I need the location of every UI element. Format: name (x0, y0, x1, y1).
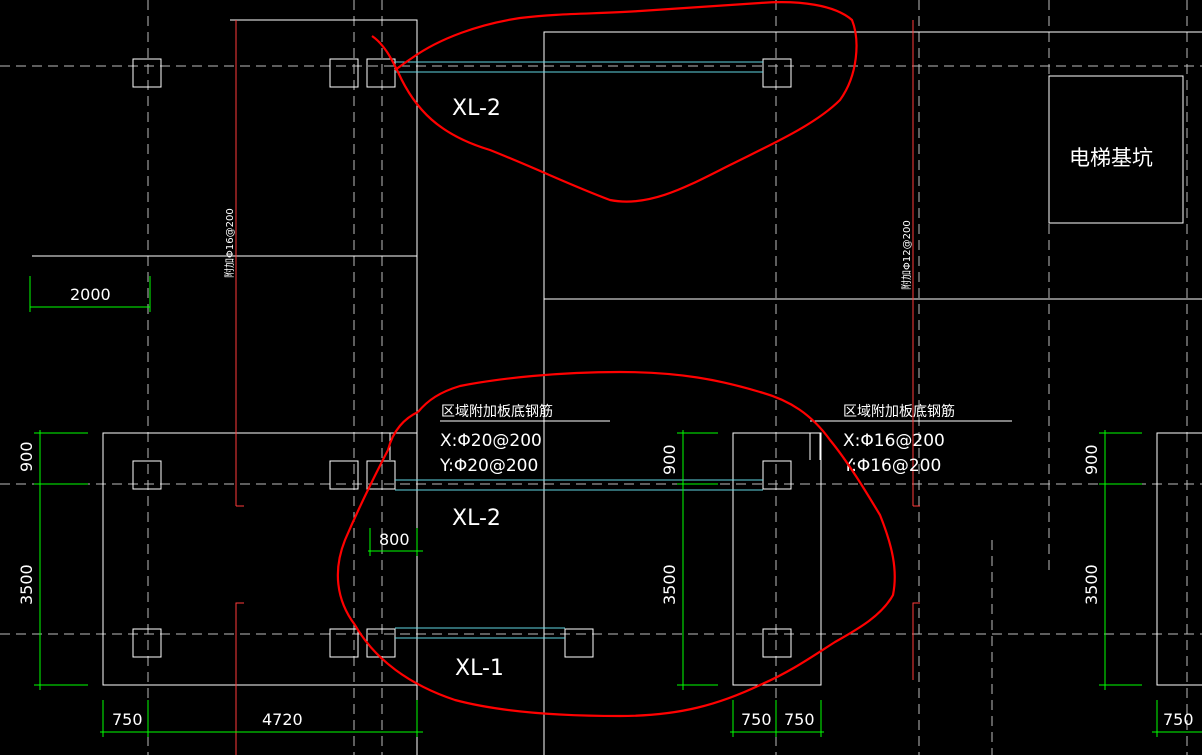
pile-cap-middle (732, 432, 822, 686)
dim-text-bottom-4720: 4720 (262, 710, 303, 729)
axis-grid (0, 0, 1202, 755)
dimension-lines (29, 276, 1202, 737)
dim-text-right-3500: 3500 (1082, 564, 1101, 605)
column-9 (132, 628, 162, 658)
beam-label-middle: XL-2 (452, 506, 501, 531)
rebar-note-right-y: Y:Φ16@200 (842, 456, 941, 476)
markup-circle-bottom (336, 370, 896, 718)
beams (395, 61, 763, 639)
dim-text-bottom-750-a: 750 (741, 710, 772, 729)
rebar-note-left-title: 区域附加板底钢筋 (441, 403, 553, 420)
beam-label-bottom: XL-1 (455, 656, 504, 681)
column-13 (762, 628, 792, 658)
beam-label-top: XL-2 (452, 96, 501, 121)
dim-text-bottom-750-b: 750 (784, 710, 815, 729)
rebar-note-left-x: X:Φ20@200 (440, 431, 542, 451)
dim-text-right-750: 750 (1163, 710, 1194, 729)
dim-text-left-3500: 3500 (17, 564, 36, 605)
cad-drawing-canvas[interactable]: XL-2 XL-2 XL-1 电梯基坑 区域附加板底钢筋 X:Φ20@200 Y… (0, 0, 1202, 755)
dim-text-left-900: 900 (17, 441, 36, 472)
top-right-outline (543, 31, 1202, 755)
column-12 (564, 628, 594, 658)
column-3 (366, 58, 396, 88)
dim-text-right-900: 900 (1082, 444, 1101, 475)
pile-cap-right (1156, 432, 1202, 686)
vertical-note-left: 附加Φ16@200 (223, 208, 236, 278)
rebar-note-right-x: X:Φ16@200 (843, 431, 945, 451)
outlines (32, 19, 1202, 755)
top-left-outline (230, 19, 418, 755)
column-1 (132, 58, 162, 88)
dim-text-800: 800 (379, 530, 410, 549)
elevator-pit-label: 电梯基坑 (1069, 146, 1153, 170)
annotation-marks (235, 20, 920, 755)
dim-text-mid-3500: 3500 (660, 564, 679, 605)
column-5 (132, 460, 162, 490)
dim-text-bottom-750: 750 (112, 710, 143, 729)
column-11 (366, 628, 396, 658)
markup-circles (336, 1, 896, 718)
rebar-note-right-title: 区域附加板底钢筋 (843, 403, 955, 420)
rebar-note-left-y: Y:Φ20@200 (439, 456, 538, 476)
dim-text-mid-900: 900 (660, 444, 679, 475)
vertical-note-right: 附加Φ12@200 (900, 220, 913, 290)
column-8 (762, 460, 792, 490)
column-4 (762, 58, 792, 88)
dim-text-2000: 2000 (70, 285, 111, 304)
